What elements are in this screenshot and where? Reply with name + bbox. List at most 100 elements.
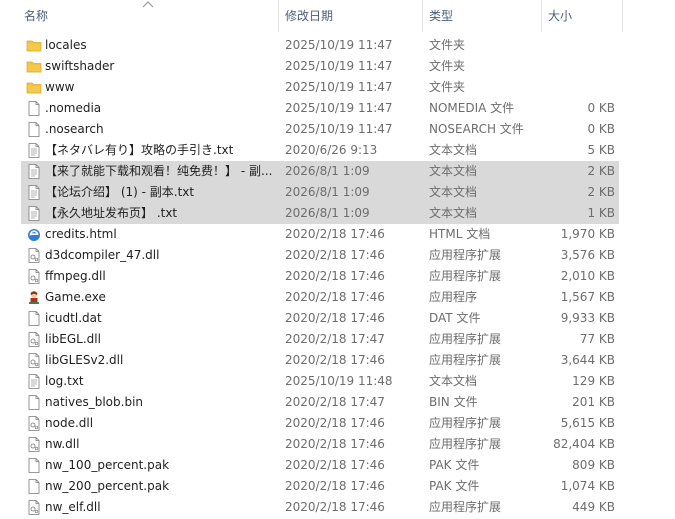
- file-size: 1,970 KB: [560, 227, 615, 241]
- dll-file-icon: [26, 331, 42, 348]
- sort-ascending-icon: [142, 1, 154, 8]
- file-type: PAK 文件: [429, 479, 480, 493]
- file-row[interactable]: nw_elf.dll 2020/2/18 17:46 应用程序扩展 449 KB: [0, 497, 675, 518]
- file-row[interactable]: Game.exe 2020/2/18 17:46 应用程序 1,567 KB: [0, 287, 675, 308]
- file-icon: [26, 457, 42, 474]
- file-name: 【永久地址发布页】 .txt: [45, 206, 178, 220]
- file-type: BIN 文件: [429, 395, 478, 409]
- column-header-size[interactable]: 大小: [542, 0, 622, 32]
- file-row[interactable]: ffmpeg.dll 2020/2/18 17:46 应用程序扩展 2,010 KB: [0, 266, 675, 287]
- file-name: .nosearch: [45, 122, 104, 136]
- file-size: 3,644 KB: [560, 353, 615, 367]
- file-row[interactable]: 【ネタバレ有り】攻略の手引き.txt 2020/6/26 9:13 文本文档 5 KB: [0, 140, 675, 161]
- file-modified-date: 2025/10/19 11:48: [285, 374, 393, 388]
- file-modified-date: 2020/2/18 17:46: [285, 500, 385, 514]
- file-name: www: [45, 80, 75, 94]
- file-row[interactable]: nw.dll 2020/2/18 17:46 应用程序扩展 82,404 KB: [0, 434, 675, 455]
- column-header-size-label: 大小: [548, 9, 573, 23]
- file-size: 2 KB: [587, 164, 615, 178]
- file-name: Game.exe: [45, 290, 106, 304]
- file-modified-date: 2025/10/19 11:47: [285, 101, 393, 115]
- file-type: NOMEDIA 文件: [429, 101, 515, 115]
- file-modified-date: 2020/6/26 9:13: [285, 143, 378, 157]
- file-type: PAK 文件: [429, 458, 480, 472]
- file-name: 【来了就能下载和观看！纯免费！】 - 副...: [45, 164, 273, 178]
- dll-file-icon: [26, 352, 42, 369]
- column-header-date[interactable]: 修改日期: [279, 0, 422, 32]
- file-modified-date: 2020/2/18 17:46: [285, 479, 385, 493]
- file-modified-date: 2020/2/18 17:46: [285, 311, 385, 325]
- file-type: 文本文档: [429, 143, 478, 157]
- file-modified-date: 2025/10/19 11:47: [285, 38, 393, 52]
- file-modified-date: 2020/2/18 17:46: [285, 290, 385, 304]
- file-name: 【ネタバレ有り】攻略の手引き.txt: [45, 143, 234, 157]
- file-type: 文件夹: [429, 80, 466, 94]
- file-row[interactable]: libGLESv2.dll 2020/2/18 17:46 应用程序扩展 3,644 …: [0, 350, 675, 371]
- file-name: node.dll: [45, 416, 94, 430]
- file-modified-date: 2020/2/18 17:46: [285, 458, 385, 472]
- file-row[interactable]: swiftshader 2025/10/19 11:47 文件夹: [0, 56, 675, 77]
- dll-file-icon: [26, 499, 42, 516]
- file-name: icudtl.dat: [45, 311, 102, 325]
- folder-icon: [26, 58, 42, 75]
- file-modified-date: 2020/2/18 17:46: [285, 269, 385, 283]
- file-size: 2,010 KB: [560, 269, 615, 283]
- file-type: 应用程序扩展: [429, 332, 502, 346]
- file-row[interactable]: 【永久地址发布页】 .txt 2026/8/1 1:09 文本文档 1 KB: [0, 203, 675, 224]
- file-name: 【论坛介绍】 (1) - 副本.txt: [45, 185, 195, 199]
- file-row[interactable]: 【来了就能下载和观看！纯免费！】 - 副... 2026/8/1 1:09 文本文档…: [0, 161, 675, 182]
- file-size: 809 KB: [572, 458, 615, 472]
- file-row[interactable]: .nomedia 2025/10/19 11:47 NOMEDIA 文件 0 KB: [0, 98, 675, 119]
- file-name: nw_200_percent.pak: [45, 479, 170, 493]
- column-separator[interactable]: [622, 0, 623, 32]
- file-type: HTML 文档: [429, 227, 491, 241]
- file-type: 文本文档: [429, 374, 478, 388]
- file-row[interactable]: .nosearch 2025/10/19 11:47 NOSEARCH 文件 0 KB: [0, 119, 675, 140]
- file-row[interactable]: nw_100_percent.pak 2020/2/18 17:46 PAK 文件 8…: [0, 455, 675, 476]
- file-row[interactable]: locales 2025/10/19 11:47 文件夹: [0, 35, 675, 56]
- file-size: 1,074 KB: [560, 479, 615, 493]
- file-row[interactable]: natives_blob.bin 2020/2/18 17:47 BIN 文件 201…: [0, 392, 675, 413]
- file-name: .nomedia: [45, 101, 102, 115]
- file-row[interactable]: nw_200_percent.pak 2020/2/18 17:46 PAK 文件 1…: [0, 476, 675, 497]
- file-row[interactable]: 【论坛介绍】 (1) - 副本.txt 2026/8/1 1:09 文本文档 2 KB: [0, 182, 675, 203]
- file-size: 77 KB: [579, 332, 615, 346]
- file-modified-date: 2020/2/18 17:46: [285, 353, 385, 367]
- file-row[interactable]: www 2025/10/19 11:47 文件夹: [0, 77, 675, 98]
- text-file-icon: [26, 142, 42, 159]
- text-file-icon: [26, 373, 42, 390]
- file-row[interactable]: icudtl.dat 2020/2/18 17:46 DAT 文件 9,933 KB: [0, 308, 675, 329]
- file-type: 应用程序扩展: [429, 416, 502, 430]
- file-modified-date: 2025/10/19 11:47: [285, 122, 393, 136]
- file-row[interactable]: libEGL.dll 2020/2/18 17:47 应用程序扩展 77 KB: [0, 329, 675, 350]
- text-file-icon: [26, 184, 42, 201]
- file-size: [545, 35, 615, 56]
- column-header: 名称 修改日期 类型 大小: [0, 0, 675, 32]
- file-modified-date: 2026/8/1 1:09: [285, 206, 370, 220]
- file-type: 应用程序扩展: [429, 248, 502, 262]
- file-modified-date: 2020/2/18 17:46: [285, 227, 385, 241]
- file-name: swiftshader: [45, 59, 115, 73]
- file-type: NOSEARCH 文件: [429, 122, 524, 136]
- column-header-type[interactable]: 类型: [423, 0, 541, 32]
- file-row[interactable]: credits.html 2020/2/18 17:46 HTML 文档 1,970 …: [0, 224, 675, 245]
- file-row[interactable]: node.dll 2020/2/18 17:46 应用程序扩展 5,615 KB: [0, 413, 675, 434]
- file-size: 1,567 KB: [560, 290, 615, 304]
- file-size: 5,615 KB: [560, 416, 615, 430]
- file-size: 129 KB: [572, 374, 615, 388]
- file-type: 文本文档: [429, 206, 478, 220]
- file-type: 文件夹: [429, 59, 466, 73]
- file-row[interactable]: d3dcompiler_47.dll 2020/2/18 17:46 应用程序扩展 3…: [0, 245, 675, 266]
- column-header-name-label: 名称: [24, 9, 49, 23]
- file-modified-date: 2025/10/19 11:47: [285, 59, 393, 73]
- file-size: 5 KB: [587, 143, 615, 157]
- file-type: 文本文档: [429, 164, 478, 178]
- file-size: 3,576 KB: [560, 248, 615, 262]
- file-modified-date: 2026/8/1 1:09: [285, 164, 370, 178]
- file-size: 0 KB: [587, 122, 615, 136]
- file-list: locales 2025/10/19 11:47 文件夹 swiftshader 202…: [0, 35, 675, 518]
- dll-file-icon: [26, 436, 42, 453]
- file-size: 201 KB: [572, 395, 615, 409]
- file-size: [545, 56, 615, 77]
- file-row[interactable]: log.txt 2025/10/19 11:48 文本文档 129 KB: [0, 371, 675, 392]
